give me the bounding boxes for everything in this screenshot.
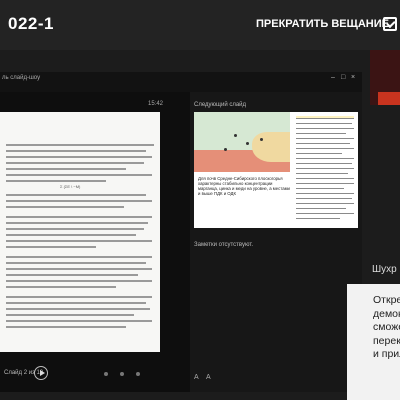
maximize-icon[interactable]: □ bbox=[341, 74, 345, 81]
popover-line: переклю bbox=[373, 334, 400, 347]
map-image bbox=[194, 112, 290, 172]
minimize-icon[interactable]: – bbox=[331, 74, 335, 81]
presenter-window: ль слайд-шоу – □ × 15:42 Σ (ΣE \ −M) Сла… bbox=[0, 72, 362, 392]
meeting-title: 022-1 bbox=[8, 14, 54, 33]
next-slide-panel: Следующий слайд Для почв Средне-Сибирско… bbox=[190, 92, 362, 392]
play-icon[interactable] bbox=[34, 366, 48, 380]
current-slide: Σ (ΣE \ −M) bbox=[0, 112, 160, 352]
close-icon[interactable]: × bbox=[351, 74, 355, 81]
presenter-header: ль слайд-шоу – □ × bbox=[0, 72, 362, 86]
presenter-window-label: ль слайд-шоу bbox=[2, 75, 41, 81]
popover-line: и прилож bbox=[373, 348, 400, 360]
popover-line: сможете bbox=[373, 321, 400, 333]
next-slide-label: Следующий слайд bbox=[194, 102, 247, 108]
decrease-font-icon[interactable]: A bbox=[206, 374, 211, 381]
slide-caption: Для почв Средне-Сибирского плоскогорья х… bbox=[198, 176, 290, 196]
slide-text-column bbox=[294, 112, 358, 228]
popover-line: Открепи bbox=[373, 294, 400, 306]
video-accent bbox=[378, 92, 400, 105]
share-screen-icon[interactable] bbox=[383, 17, 397, 31]
increase-font-icon[interactable]: A bbox=[194, 374, 199, 381]
popover-text: Открепи демонст сможете переклю и прилож bbox=[373, 294, 400, 362]
tool-icon[interactable] bbox=[136, 372, 140, 376]
participant-name: Шухр bbox=[372, 264, 397, 275]
presenter-clock: 15:42 bbox=[148, 101, 164, 107]
popover-line: демонст bbox=[373, 307, 400, 320]
stop-sharing-button[interactable]: ПРЕКРАТИТЬ ВЕЩАНИЕ bbox=[256, 18, 389, 30]
next-slide-preview[interactable]: Для почв Средне-Сибирского плоскогорья х… bbox=[194, 112, 358, 228]
tool-icon[interactable] bbox=[120, 372, 124, 376]
formula: Σ (ΣE \ −M) bbox=[60, 184, 81, 189]
current-slide-panel: 15:42 Σ (ΣE \ −M) Слайд 2 из 10 bbox=[0, 92, 190, 392]
tool-icon[interactable] bbox=[104, 372, 108, 376]
top-bar: 022-1 ПРЕКРАТИТЬ ВЕЩАНИЕ bbox=[0, 0, 400, 50]
speaker-notes: Заметки отсутствуют. bbox=[194, 242, 254, 248]
